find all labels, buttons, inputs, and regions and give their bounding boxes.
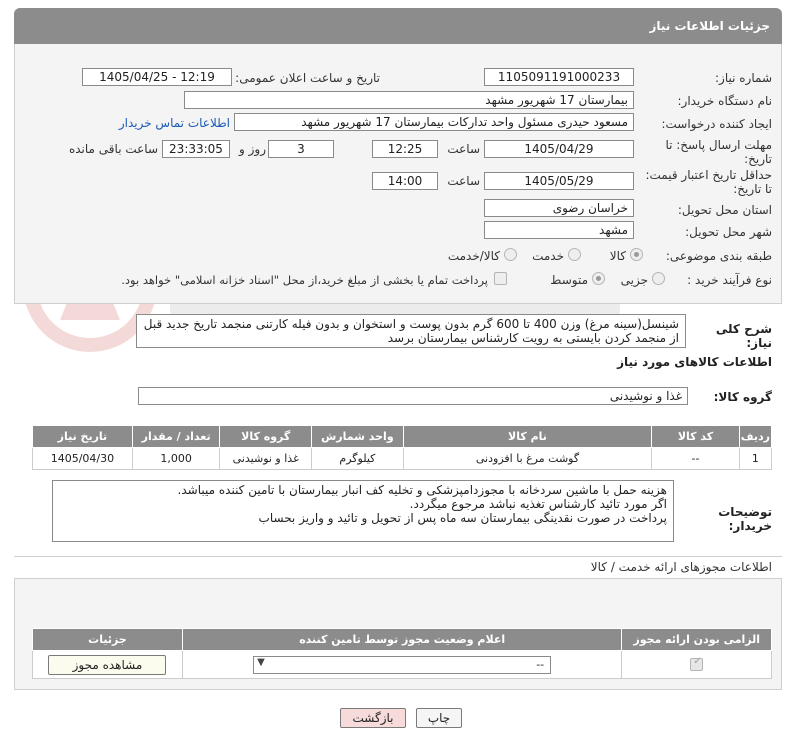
- col-status: اعلام وضعیت مجوز توسط تامین کننده: [181, 628, 623, 651]
- permits-title: اطلاعات مجوزهای ارائه خدمت / کالا: [590, 560, 772, 574]
- remaining-days-field: 3: [268, 140, 334, 158]
- permits-table-header: الزامی بودن ارائه مجوز اعلام وضعیت مجوز …: [32, 628, 772, 651]
- category-radio-service[interactable]: [568, 248, 581, 261]
- process-radio-minor[interactable]: [652, 272, 665, 285]
- col-row: ردیف: [738, 425, 773, 448]
- reply-deadline-time: 12:25: [372, 140, 438, 158]
- reply-time-label: ساعت: [447, 142, 480, 156]
- category-radio-goods-service[interactable]: [504, 248, 517, 261]
- reply-deadline-label: مهلت ارسال پاسخ: تا تاریخ:: [665, 138, 772, 166]
- cell-name: گوشت مرغ با افزودنی: [402, 447, 653, 470]
- buyer-org-field: بیمارستان 17 شهریور مشهد: [184, 91, 634, 109]
- days-label: روز و: [239, 142, 266, 156]
- cell-unit: کیلوگرم: [311, 447, 404, 470]
- requester-label: ایجاد کننده درخواست:: [661, 117, 772, 131]
- remaining-time-label: ساعت باقی مانده: [68, 142, 158, 156]
- cell-code: --: [651, 447, 740, 470]
- col-date: تاریخ نیاز: [32, 425, 133, 448]
- buyer-note-line: پرداخت در صورت نقدینگی بیمارستان سه ماه …: [258, 511, 667, 525]
- city-field: مشهد: [484, 221, 634, 239]
- goods-table-header: ردیف کد کالا نام کالا واحد شمارش گروه کا…: [32, 425, 773, 448]
- table-row: 1 -- گوشت مرغ با افزودنی کیلوگرم غذا و ن…: [32, 447, 773, 470]
- permit-status-select[interactable]: -- ▼: [253, 655, 552, 674]
- permits-table: الزامی بودن ارائه مجوز اعلام وضعیت مجوز …: [32, 628, 772, 679]
- goods-group-field: غذا و نوشیدنی: [138, 387, 688, 405]
- process-option-minor: جزیی: [620, 273, 648, 287]
- goods-group-label: گروه کالا:: [713, 390, 772, 404]
- buyer-note-line: اگر مورد تائید کارشناس تغذیه نباشد مرجوع…: [409, 497, 667, 511]
- province-label: استان محل تحویل:: [677, 203, 772, 217]
- goods-section-title: اطلاعات کالاهای مورد نیاز: [617, 355, 772, 369]
- need-number-field: 1105091191000233: [484, 68, 634, 86]
- category-label: طبقه بندی موضوعی:: [665, 249, 772, 263]
- remaining-time-field: 23:33:05: [162, 140, 230, 158]
- category-option-service: خدمت: [532, 249, 564, 263]
- announce-datetime-field: 1405/04/25 - 12:19: [82, 68, 232, 86]
- table-row: ✓ -- ▼ مشاهده مجوز: [32, 650, 772, 679]
- col-name: نام کالا: [402, 425, 653, 448]
- reply-deadline-date: 1405/04/29: [484, 140, 634, 158]
- buyer-notes-textarea: هزینه حمل با ماشین سردخانه با مجوزدامپزش…: [52, 480, 674, 542]
- col-qty: تعداد / مقدار: [131, 425, 221, 448]
- buyer-notes-label: توضیحات خریدار:: [718, 505, 772, 533]
- cell-status: -- ▼: [181, 650, 623, 679]
- view-permit-button[interactable]: مشاهده مجوز: [48, 654, 167, 675]
- announce-datetime-label: تاریخ و ساعت اعلان عمومی:: [235, 71, 380, 85]
- price-validity-date: 1405/05/29: [484, 172, 634, 190]
- process-label: نوع فرآیند خرید :: [687, 273, 772, 287]
- treasury-bonds-checkbox[interactable]: [494, 272, 507, 285]
- category-radio-goods[interactable]: [630, 248, 643, 261]
- province-field: خراسان رضوی: [484, 199, 634, 217]
- required-checkbox: ✓: [690, 656, 704, 672]
- cell-details: مشاهده مجوز: [32, 650, 183, 679]
- category-option-goods: کالا: [609, 249, 626, 263]
- permit-status-value: --: [536, 657, 545, 671]
- cell-required: ✓: [621, 650, 772, 679]
- cell-group: غذا و نوشیدنی: [219, 447, 313, 470]
- buyer-contact-link[interactable]: اطلاعات تماس خریدار: [110, 116, 230, 130]
- process-radio-medium[interactable]: [592, 272, 605, 285]
- price-validity-time: 14:00: [372, 172, 438, 190]
- requester-field: مسعود حیدری مسئول واحد تدارکات بیمارستان…: [234, 113, 634, 131]
- print-button[interactable]: چاپ: [416, 708, 462, 728]
- category-option-goods-service: کالا/خدمت: [447, 249, 500, 263]
- description-label: شرح کلی نیاز:: [715, 322, 772, 350]
- description-textarea: شینسل(سینه مرغ) وزن 400 تا 600 گرم بدون …: [136, 314, 686, 348]
- price-time-label: ساعت: [447, 174, 480, 188]
- col-code: کد کالا: [651, 425, 740, 448]
- chevron-down-icon: ▼: [257, 656, 265, 668]
- cell-qty: 1,000: [131, 447, 221, 470]
- divider: [14, 556, 782, 557]
- col-unit: واحد شمارش: [311, 425, 404, 448]
- buyer-note-line: هزینه حمل با ماشین سردخانه با مجوزدامپزش…: [177, 483, 667, 497]
- check-mark-icon: ✓: [693, 656, 702, 668]
- cell-date: 1405/04/30: [32, 447, 133, 470]
- cell-row: 1: [738, 447, 773, 470]
- process-option-medium: متوسط: [550, 273, 588, 287]
- col-details: جزئیات: [32, 628, 183, 651]
- back-button[interactable]: بازگشت: [340, 708, 406, 728]
- page-header: جزئیات اطلاعات نیاز: [14, 8, 782, 44]
- need-number-label: شماره نیاز:: [715, 71, 772, 85]
- treasury-bonds-note: پرداخت تمام یا بخشی از مبلغ خرید،از محل …: [121, 273, 488, 287]
- price-validity-label: حداقل تاریخ اعتبار قیمت: تا تاریخ:: [645, 168, 772, 196]
- city-label: شهر محل تحویل:: [685, 225, 772, 239]
- goods-table: ردیف کد کالا نام کالا واحد شمارش گروه کا…: [32, 425, 773, 470]
- col-group: گروه کالا: [219, 425, 313, 448]
- buyer-org-label: نام دستگاه خریدار:: [677, 94, 773, 108]
- col-required: الزامی بودن ارائه مجوز: [621, 628, 772, 651]
